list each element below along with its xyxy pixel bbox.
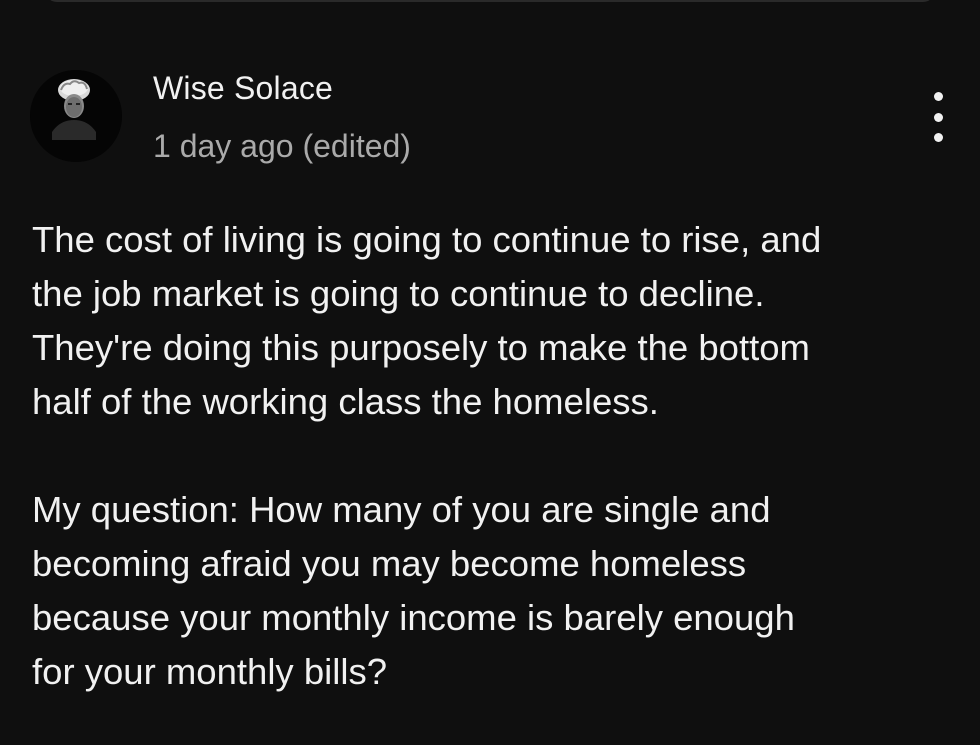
- more-vertical-icon: [933, 92, 943, 101]
- previous-card-edge: [45, 0, 935, 2]
- avatar[interactable]: [30, 70, 122, 162]
- more-options-button[interactable]: [918, 92, 958, 142]
- comment-paragraph: My question: How many of you are single …: [32, 489, 795, 692]
- comment-text: The cost of living is going to continue …: [32, 213, 952, 699]
- more-vertical-icon-dot: [933, 133, 943, 142]
- comment-author-name[interactable]: Wise Solace: [153, 70, 333, 107]
- comment-timestamp[interactable]: 1 day ago (edited): [153, 128, 411, 165]
- avatar-image: [30, 70, 122, 162]
- more-vertical-icon-dot: [933, 112, 943, 122]
- comment-paragraph: The cost of living is going to continue …: [32, 219, 822, 422]
